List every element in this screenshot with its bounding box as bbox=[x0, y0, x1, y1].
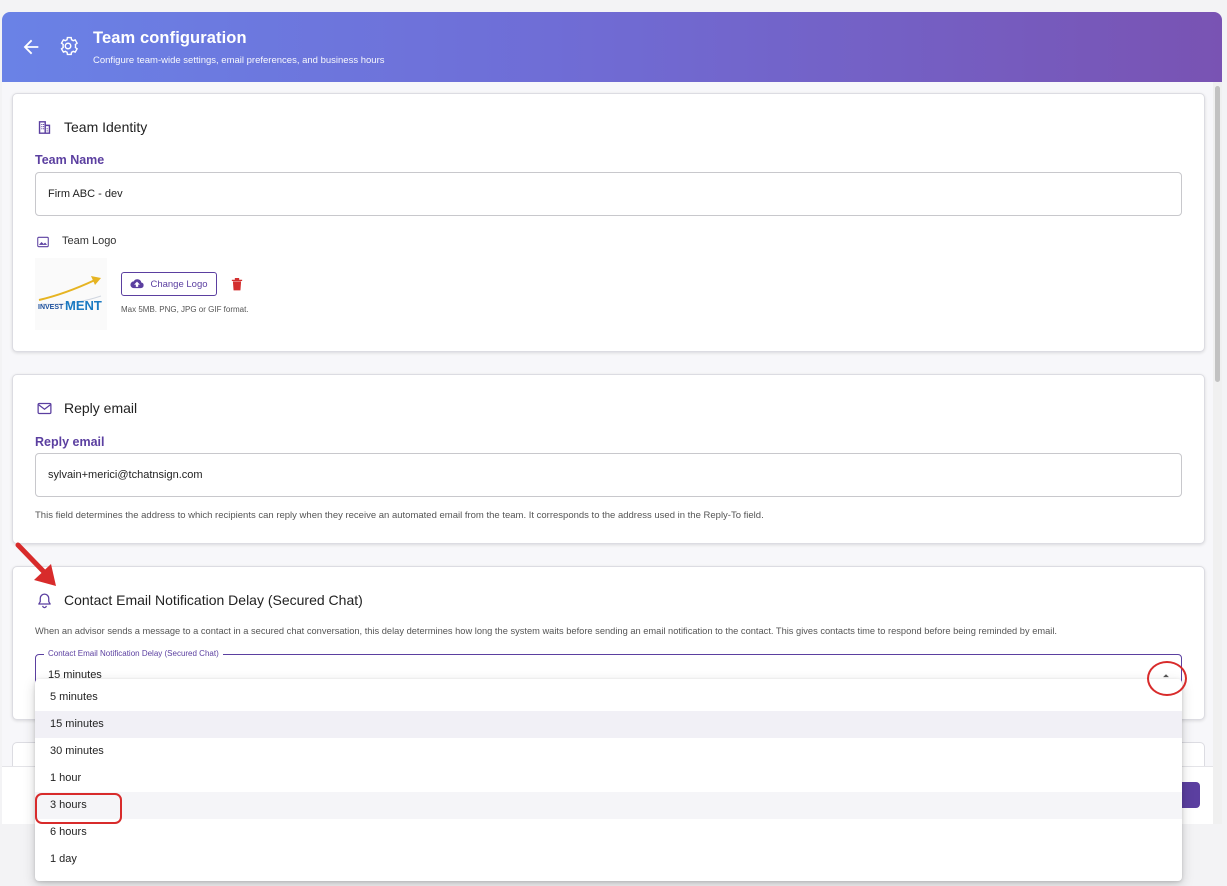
option-1-day[interactable]: 1 day bbox=[35, 846, 1182, 873]
option-3-hours[interactable]: 3 hours bbox=[35, 792, 1182, 819]
change-logo-label: Change Logo bbox=[150, 278, 208, 290]
scrollbar-thumb[interactable] bbox=[1215, 86, 1220, 382]
change-logo-button[interactable]: Change Logo bbox=[121, 272, 217, 296]
reply-email-card: Reply email Reply email sylvain+merici@t… bbox=[12, 374, 1205, 544]
cloud-upload-icon bbox=[130, 279, 145, 289]
team-logo-label: Team Logo bbox=[62, 235, 117, 247]
team-name-label: Team Name bbox=[35, 153, 105, 167]
image-icon bbox=[37, 236, 49, 248]
logo-text-invest: INVEST bbox=[38, 304, 64, 311]
option-15-minutes[interactable]: 15 minutes bbox=[35, 711, 1182, 738]
option-5-minutes[interactable]: 5 minutes bbox=[35, 684, 1182, 711]
section-title: Team Identity bbox=[64, 119, 148, 135]
investment-logo-graphic: INVEST MENT bbox=[38, 276, 102, 313]
logo-text-ment: MENT bbox=[65, 298, 102, 313]
bell-icon bbox=[38, 593, 51, 609]
reply-email-label: Reply email bbox=[35, 435, 105, 449]
notification-delay-description: When an advisor sends a message to a con… bbox=[35, 626, 1058, 636]
option-1-hour[interactable]: 1 hour bbox=[35, 765, 1182, 792]
team-identity-card: Team Identity Team Name Firm ABC - dev T… bbox=[12, 93, 1205, 352]
logo-format-hint: Max 5MB. PNG, JPG or GIF format. bbox=[121, 305, 249, 314]
notification-delay-menu: 5 minutes 15 minutes 30 minutes 1 hour 3… bbox=[35, 679, 1182, 881]
reply-email-help: This field determines the address to whi… bbox=[35, 510, 764, 521]
team-name-input[interactable]: Firm ABC - dev bbox=[35, 172, 1182, 216]
mail-icon bbox=[37, 402, 52, 415]
section-title: Contact Email Notification Delay (Secure… bbox=[64, 592, 363, 608]
arrow-left-icon[interactable] bbox=[20, 36, 42, 58]
page-title: Team configuration bbox=[93, 29, 247, 47]
page-scrollbar[interactable] bbox=[1213, 82, 1222, 824]
page-header: Team configuration Configure team-wide s… bbox=[2, 12, 1222, 82]
building-icon bbox=[38, 121, 51, 134]
option-30-minutes[interactable]: 30 minutes bbox=[35, 738, 1182, 765]
reply-email-input[interactable]: sylvain+merici@tchatnsign.com bbox=[35, 453, 1182, 497]
section-title: Reply email bbox=[64, 400, 138, 416]
option-6-hours[interactable]: 6 hours bbox=[35, 819, 1182, 846]
select-legend: Contact Email Notification Delay (Secure… bbox=[44, 649, 223, 658]
page-subtitle: Configure team-wide settings, email pref… bbox=[93, 55, 385, 66]
team-logo-image: INVEST MENT bbox=[35, 258, 107, 330]
gear-icon bbox=[60, 36, 79, 56]
trash-icon[interactable] bbox=[231, 277, 243, 291]
